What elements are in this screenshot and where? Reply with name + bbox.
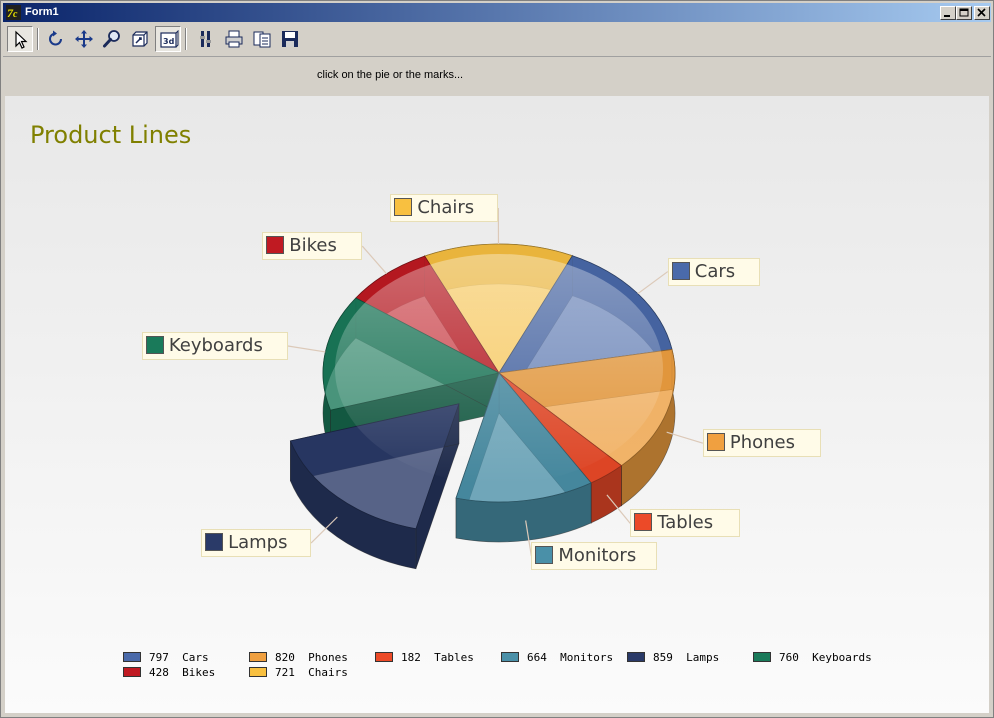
callout-label: Tables — [657, 512, 714, 534]
application-window: 7 c Form1 3d click on the pie or the mar… — [0, 0, 994, 718]
legend-swatch — [249, 667, 267, 677]
callout-swatch — [671, 261, 690, 280]
legend-swatch — [249, 652, 267, 662]
legend-label: 428 Bikes — [149, 666, 216, 679]
callout-monitors[interactable]: Monitors — [531, 542, 658, 571]
callout-label: Phones — [729, 432, 795, 454]
rotate-icon — [49, 30, 62, 46]
maximize-icon — [959, 8, 969, 17]
callout-swatch — [535, 546, 554, 565]
save-icon — [282, 31, 298, 47]
copy-icon — [253, 31, 271, 48]
callout-swatch — [145, 336, 164, 355]
zoom-icon — [103, 30, 120, 48]
print-icon — [225, 30, 243, 48]
pointer-button[interactable] — [7, 26, 33, 52]
callout-label: Lamps — [228, 532, 288, 554]
close-icon — [977, 8, 986, 17]
callout-swatch — [706, 433, 725, 452]
callout-cars[interactable]: Cars — [667, 257, 760, 286]
minimize-button[interactable] — [940, 6, 956, 20]
3d-view-button[interactable]: 3d — [155, 26, 181, 52]
edit-tools-button[interactable] — [193, 26, 219, 52]
rotate-button[interactable] — [43, 26, 69, 52]
pie-gloss — [335, 254, 663, 484]
legend-label: 820 Phones — [275, 651, 348, 664]
callout-label: Cars — [694, 260, 736, 282]
edit-tools-icon — [200, 31, 211, 47]
legend-label: 721 Chairs — [275, 666, 348, 679]
app-icon: 7 c — [6, 5, 21, 20]
callout-swatch — [394, 198, 413, 216]
legend-swatch — [753, 652, 771, 662]
minimize-icon — [944, 15, 950, 17]
callout-line-cars — [637, 271, 669, 295]
depth-button[interactable] — [127, 26, 153, 52]
legend-label: 760 Keyboards — [779, 651, 872, 664]
legend-swatch — [501, 652, 519, 662]
status-text: click on the pie or the marks... — [317, 69, 464, 81]
callout-swatch — [634, 513, 653, 532]
status-panel: click on the pie or the marks... — [3, 57, 991, 95]
callout-chairs[interactable]: Chairs — [390, 194, 499, 222]
callout-label: Keyboards — [168, 335, 263, 357]
save-button[interactable] — [277, 26, 303, 52]
window-title: Form1 — [25, 6, 59, 18]
copy-button[interactable] — [249, 26, 275, 52]
title-bar[interactable]: 7 c Form1 — [3, 3, 991, 22]
callout-label: Chairs — [417, 197, 475, 218]
legend-label: 859 Lamps — [653, 651, 720, 664]
toolbar: 3d — [3, 24, 991, 57]
move-icon — [75, 30, 93, 48]
legend-swatch — [123, 652, 141, 662]
legend-label: 797 Cars — [149, 651, 209, 664]
pointer-icon — [15, 30, 28, 49]
depth-icon — [132, 31, 148, 47]
callout-line-bikes — [361, 245, 388, 275]
pie-chart-area[interactable]: Product Lines Cars Phones Tables Monitors La… — [5, 96, 989, 713]
legend-swatch — [627, 652, 645, 662]
callout-tables[interactable]: Tables — [630, 509, 741, 538]
3d-view-icon: 3d — [160, 30, 179, 48]
callout-keyboards[interactable]: Keyboards — [141, 332, 288, 361]
callout-line-keyboards — [287, 345, 326, 353]
callout-phones[interactable]: Phones — [702, 429, 821, 458]
callout-lamps[interactable]: Lamps — [201, 529, 312, 558]
move-button[interactable] — [71, 26, 97, 52]
svg-text:c: c — [13, 9, 18, 20]
legend-swatch — [375, 652, 393, 662]
svg-text:3d: 3d — [163, 37, 175, 46]
pie-chart[interactable] — [5, 96, 989, 713]
zoom-button[interactable] — [99, 26, 125, 52]
maximize-button[interactable] — [956, 6, 972, 20]
callout-label: Bikes — [289, 235, 337, 257]
callout-bikes[interactable]: Bikes — [262, 232, 363, 261]
legend-swatch — [123, 667, 141, 677]
legend-label: 664 Monitors — [527, 651, 614, 664]
print-button[interactable] — [221, 26, 247, 52]
callout-label: Monitors — [558, 545, 637, 567]
callout-swatch — [266, 236, 285, 255]
close-button[interactable] — [974, 6, 990, 20]
legend-label: 182 Tables — [401, 651, 474, 664]
callout-swatch — [205, 533, 224, 552]
